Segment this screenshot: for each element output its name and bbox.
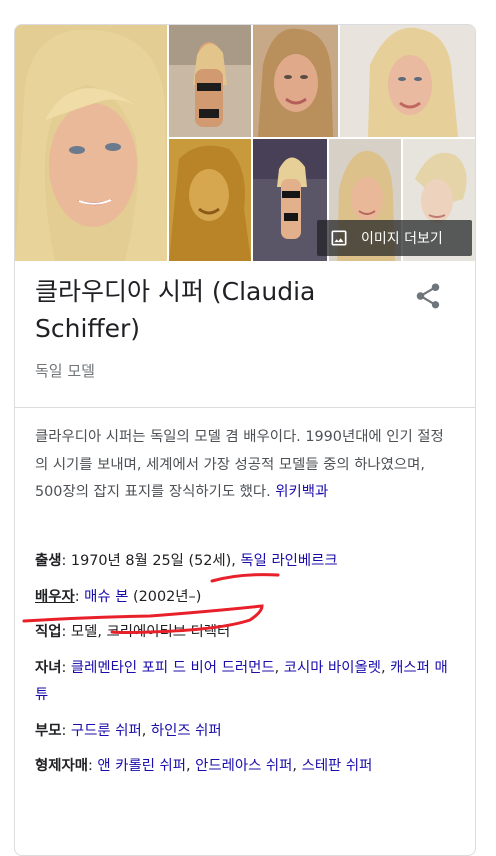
parent-link-1[interactable]: 구드룬 쉬퍼 [71, 723, 142, 739]
gallery-image-5[interactable] [169, 139, 251, 261]
description-text: 클라우디아 시퍼는 독일의 모델 겸 배우이다. 1990년대에 인기 절정의 … [35, 429, 444, 500]
sibling-link-1[interactable]: 앤 카롤린 쉬퍼 [97, 758, 186, 774]
image-icon [331, 230, 347, 246]
spouse-years: (2002년–) [128, 588, 202, 605]
description: 클라우디아 시퍼는 독일의 모델 겸 배우이다. 1990년대에 인기 절정의 … [35, 424, 455, 507]
image-gallery[interactable]: 이미지 더보기 [15, 25, 475, 261]
parent-link-2[interactable]: 하인즈 쉬퍼 [151, 723, 222, 739]
comma: , [141, 722, 151, 739]
knowledge-panel: 이미지 더보기 클라우디아 시퍼 (Claudia Schiffer) 독일 모… [14, 24, 476, 856]
child-link-1[interactable]: 클레멘타인 포피 드 비어 드러먼드 [71, 660, 275, 676]
fact-sep: : [61, 722, 71, 739]
birth-date: 1970년 8월 25일 (52세), [70, 553, 241, 569]
gallery-image-3[interactable] [253, 25, 338, 137]
fact-sep: : [74, 588, 85, 605]
comma: , [274, 659, 284, 676]
fact-siblings: 형제자매: 앤 카롤린 쉬퍼, 안드레아스 쉬퍼, 스테판 쉬퍼 [35, 753, 460, 781]
entity-subtitle: 독일 모델 [35, 362, 95, 380]
sibling-link-3[interactable]: 스테판 쉬퍼 [302, 758, 373, 774]
sibling-link-2[interactable]: 안드레아스 쉬퍼 [195, 758, 292, 774]
fact-children: 자녀: 클레멘타인 포피 드 비어 드러먼드, 코시마 바이올렛, 캐스퍼 매튜 [35, 655, 460, 710]
child-link-2[interactable]: 코시마 바이올렛 [284, 660, 381, 676]
fact-key-children[interactable]: 자녀 [35, 660, 61, 676]
fact-sep: : [61, 553, 71, 569]
gallery-image-2[interactable] [169, 25, 251, 137]
comma: , [186, 758, 196, 774]
fact-key-birth[interactable]: 출생 [35, 553, 61, 569]
facts-list: 출생: 1970년 8월 25일 (52세), 독일 라인베르크 배우자: 매슈… [35, 548, 460, 789]
fact-key-siblings[interactable]: 형제자매 [35, 758, 88, 774]
gallery-image-6[interactable] [253, 139, 327, 261]
more-images-label: 이미지 더보기 [361, 231, 443, 247]
fact-sep: : [61, 659, 71, 676]
fact-parents: 부모: 구드룬 쉬퍼, 하인즈 쉬퍼 [35, 718, 460, 746]
fact-birth: 출생: 1970년 8월 25일 (52세), 독일 라인베르크 [35, 548, 460, 576]
fact-key-occupation[interactable]: 직업 [35, 624, 61, 640]
spouse-link[interactable]: 매슈 본 [84, 589, 128, 605]
fact-key-spouse[interactable]: 배우자 [35, 589, 75, 605]
occupation-value: 모델, 크리에이티브 디렉터 [70, 624, 231, 640]
entity-title: 클라우디아 시퍼 (Claudia Schiffer) [35, 277, 316, 343]
comma: , [292, 758, 302, 774]
fact-spouse: 배우자: 매슈 본 (2002년–) [35, 584, 460, 612]
main-portrait-image[interactable] [15, 25, 167, 261]
fact-key-parents[interactable]: 부모 [35, 723, 61, 739]
section-divider [15, 407, 475, 408]
fact-sep: : [87, 758, 98, 774]
birth-place-link[interactable]: 독일 라인베르크 [240, 553, 337, 569]
fact-occupation: 직업: 모델, 크리에이티브 디렉터 [35, 619, 460, 647]
gallery-image-4[interactable] [340, 25, 475, 137]
fact-sep: : [61, 624, 71, 640]
more-images-button[interactable]: 이미지 더보기 [317, 220, 472, 256]
comma: , [381, 659, 391, 676]
wikipedia-link[interactable]: 위키백과 [275, 484, 328, 500]
share-icon[interactable] [413, 281, 443, 311]
